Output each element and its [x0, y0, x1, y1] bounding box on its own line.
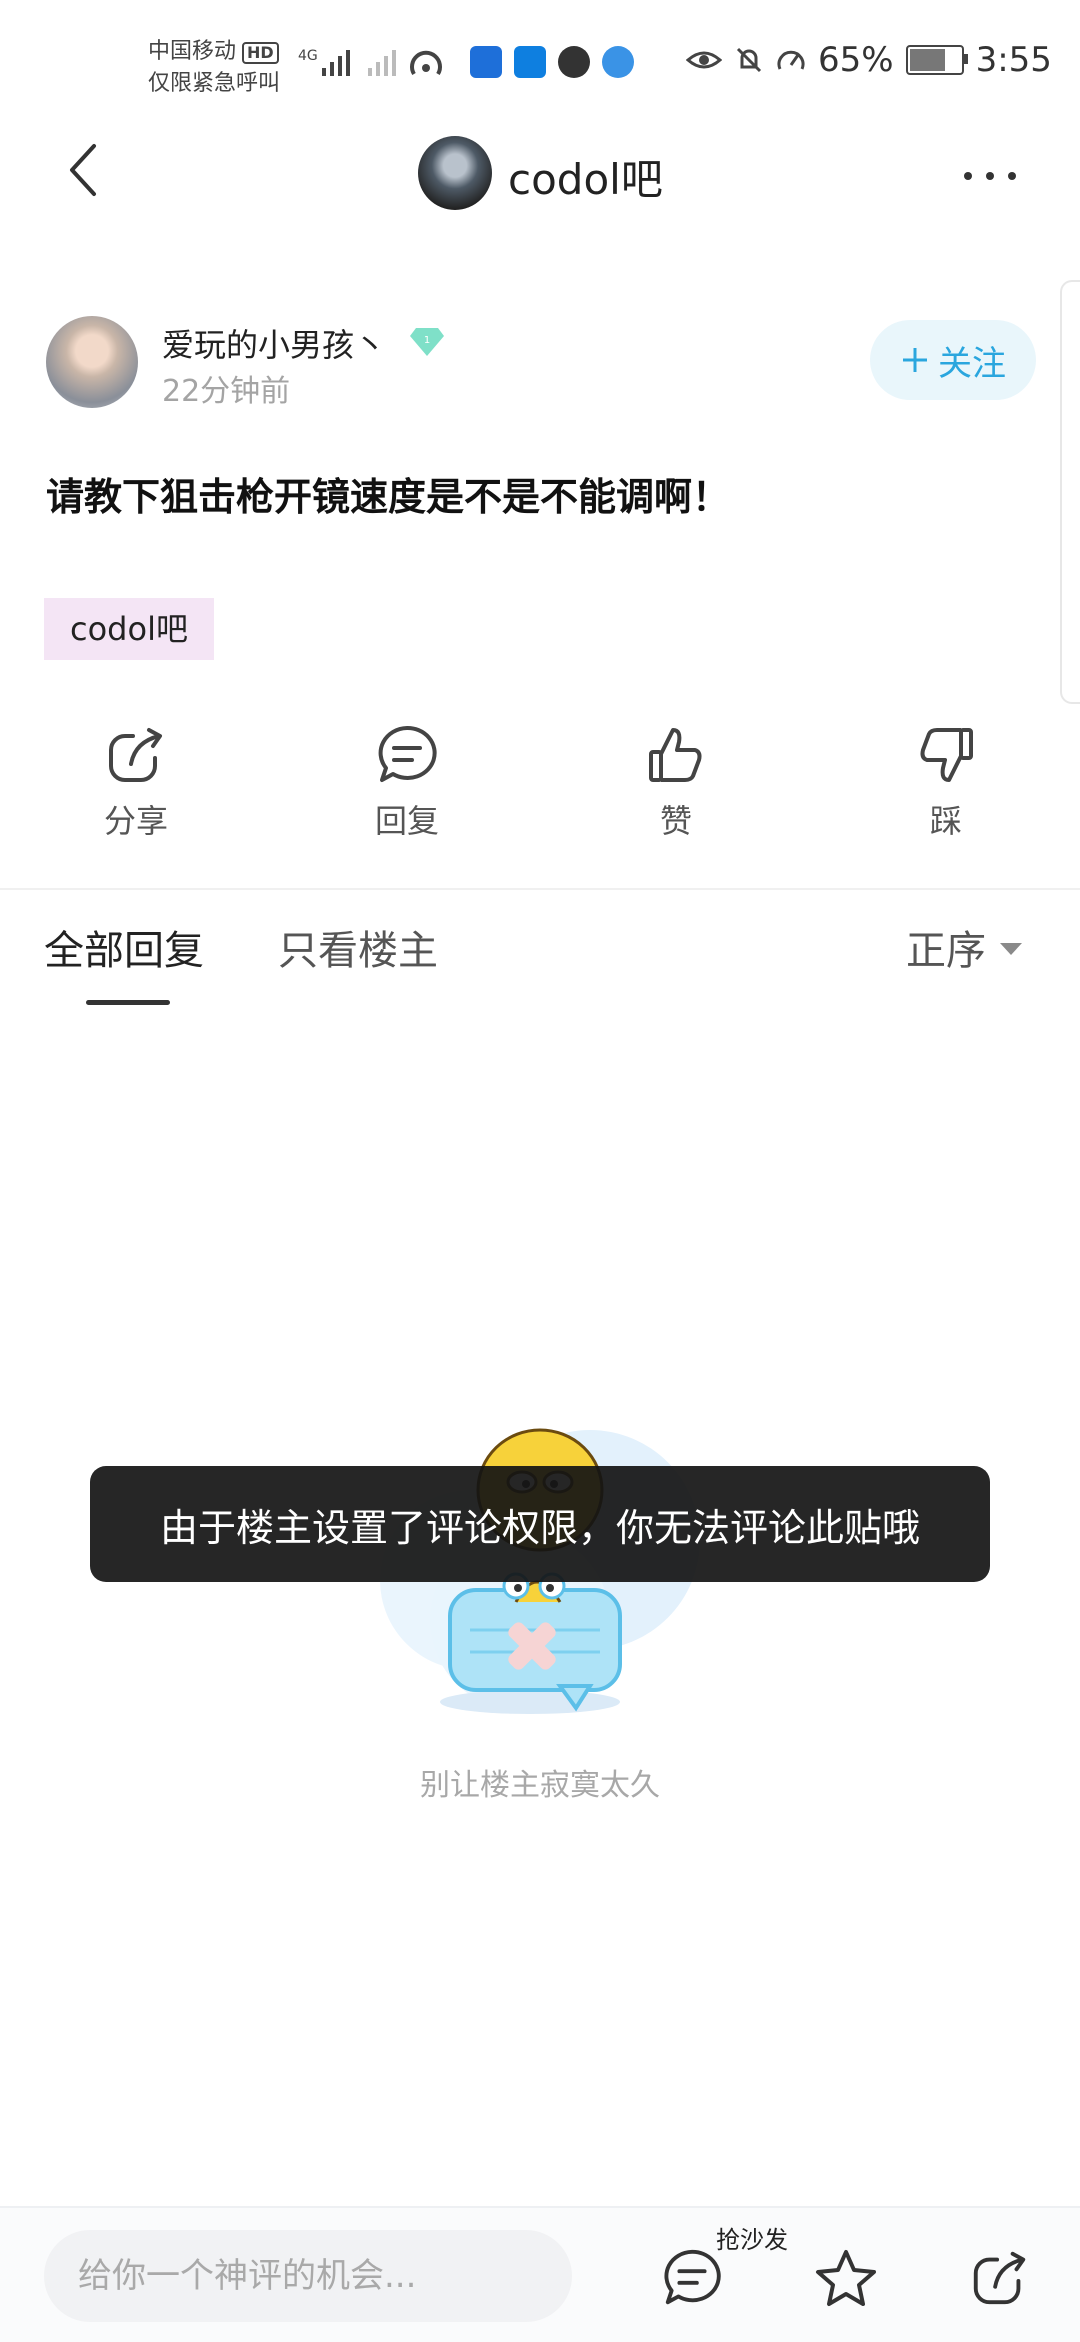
bottom-comment-button[interactable] [660, 2246, 724, 2310]
post-timestamp: 22分钟前 [162, 374, 291, 409]
sofa-label: 抢沙发 [716, 2226, 788, 2254]
more-button[interactable] [964, 172, 1016, 180]
battery-icon [905, 45, 968, 75]
carrier-name: 中国移动 [148, 39, 237, 64]
network-type: 4G [298, 48, 318, 64]
bottom-share-button[interactable] [968, 2246, 1032, 2310]
dislike-label: 踩 [929, 802, 962, 840]
bird-app-icon [558, 46, 590, 78]
share-icon [109, 728, 162, 782]
share-button[interactable]: 分享 [66, 722, 206, 842]
speed-icon [777, 50, 805, 70]
tab-owner-only[interactable]: 只看楼主 [278, 918, 438, 976]
signal-icon: 4G [298, 42, 458, 88]
reply-label: 回复 [374, 802, 439, 840]
mute-icon [736, 47, 762, 73]
like-button[interactable]: 赞 [606, 722, 746, 842]
like-label: 赞 [659, 802, 692, 840]
hd-badge: HD [242, 42, 279, 64]
battery-percent: 65% [818, 40, 894, 80]
tab-all-replies[interactable]: 全部回复 [44, 918, 204, 976]
forum-avatar[interactable] [418, 136, 492, 210]
emergency-text: 仅限紧急呼叫 [148, 71, 281, 96]
clock: 3:55 [975, 40, 1052, 80]
forum-title[interactable]: codol吧 [508, 146, 663, 207]
chevron-left-icon [70, 144, 96, 196]
comment-icon [378, 725, 437, 782]
avatar[interactable] [46, 316, 138, 408]
side-drawer-handle[interactable] [1060, 280, 1080, 704]
username[interactable]: 爱玩的小男孩丶 [162, 320, 386, 366]
sort-label: 正序 [906, 928, 986, 974]
share-icon [973, 2251, 1026, 2305]
level-number: 1 [424, 335, 430, 346]
dislike-button[interactable]: 踩 [876, 722, 1016, 842]
follow-label: 关注 [938, 343, 1006, 384]
app-notification-icons [470, 46, 646, 82]
empty-state-text: 别让楼主寂寞太久 [420, 1768, 660, 1803]
sort-dropdown[interactable]: 正序 [906, 918, 1022, 976]
thumbs-down-icon [920, 728, 973, 782]
zhihu-app-icon [514, 46, 546, 78]
star-icon [816, 2250, 876, 2306]
eye-icon [686, 51, 722, 69]
comment-icon [664, 2249, 721, 2305]
comment-input[interactable] [44, 2230, 572, 2322]
reply-button[interactable]: 回复 [337, 722, 477, 842]
permission-toast: 由于楼主设置了评论权限，你无法评论此贴哦 [90, 1466, 990, 1582]
level-badge: 1 [410, 326, 444, 356]
system-status: 65% 3:55 [686, 40, 1052, 80]
follow-button[interactable]: 关注 [870, 320, 1036, 400]
post-title: 请教下狙击枪开镜速度是不是不能调啊！ [46, 475, 731, 519]
browser-app-icon [602, 46, 634, 78]
plus-icon [903, 348, 927, 372]
carrier-info: 中国移动 HD 仅限紧急呼叫 [148, 36, 280, 100]
shield-app-icon [470, 46, 502, 78]
back-button[interactable] [64, 140, 104, 200]
favorite-button[interactable] [814, 2246, 878, 2310]
caret-down-icon [1000, 943, 1022, 955]
active-tab-indicator [86, 1000, 170, 1005]
section-divider [0, 888, 1080, 890]
forum-tag[interactable]: codol吧 [44, 598, 214, 660]
thumbs-up-icon [649, 728, 702, 782]
share-label: 分享 [103, 802, 168, 840]
